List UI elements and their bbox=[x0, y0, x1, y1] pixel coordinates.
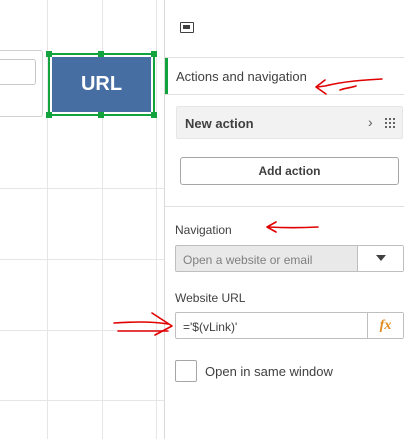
section-title: Actions and navigation bbox=[176, 69, 307, 84]
resize-handle-bottom-left[interactable] bbox=[46, 112, 52, 118]
navigation-label: Navigation bbox=[175, 223, 232, 237]
selected-url-button-object[interactable]: URL bbox=[46, 51, 157, 118]
website-url-input[interactable]: ='$(vLink)' fx bbox=[175, 312, 404, 339]
section-active-indicator bbox=[165, 58, 168, 94]
grid-line bbox=[0, 400, 164, 401]
sheet-canvas[interactable]: URL bbox=[0, 0, 164, 439]
adjacent-input-box[interactable] bbox=[0, 59, 36, 85]
drag-grip-icon[interactable] bbox=[384, 117, 395, 130]
expression-editor-button[interactable]: fx bbox=[367, 313, 403, 338]
open-same-window-checkbox[interactable] bbox=[175, 360, 197, 382]
open-same-window-label[interactable]: Open in same window bbox=[205, 364, 333, 379]
add-action-button[interactable]: Add action bbox=[180, 157, 399, 185]
resize-handle-top-right[interactable] bbox=[151, 51, 157, 57]
section-divider bbox=[164, 206, 404, 207]
website-url-value[interactable]: ='$(vLink)' bbox=[183, 320, 237, 334]
new-action-label: New action bbox=[185, 116, 254, 131]
resize-handle-top[interactable] bbox=[98, 51, 104, 57]
section-actions-and-navigation[interactable]: Actions and navigation bbox=[165, 57, 404, 95]
url-button[interactable]: URL bbox=[52, 57, 151, 112]
website-url-label: Website URL bbox=[175, 291, 246, 305]
resize-handle-bottom-right[interactable] bbox=[151, 112, 157, 118]
navigation-selected-value: Open a website or email bbox=[183, 253, 313, 267]
grid-line bbox=[0, 330, 164, 331]
grid-line bbox=[0, 259, 164, 260]
grid-line bbox=[156, 0, 157, 439]
layout-toggle-icon[interactable] bbox=[180, 22, 194, 33]
new-action-item[interactable]: New action › bbox=[176, 106, 403, 139]
navigation-dropdown[interactable]: Open a website or email bbox=[175, 245, 404, 272]
resize-handle-top-left[interactable] bbox=[46, 51, 52, 57]
grid-line bbox=[0, 188, 164, 189]
resize-handle-bottom[interactable] bbox=[98, 112, 104, 118]
dropdown-caret-icon[interactable] bbox=[357, 246, 403, 271]
chevron-right-icon[interactable]: › bbox=[368, 114, 373, 130]
